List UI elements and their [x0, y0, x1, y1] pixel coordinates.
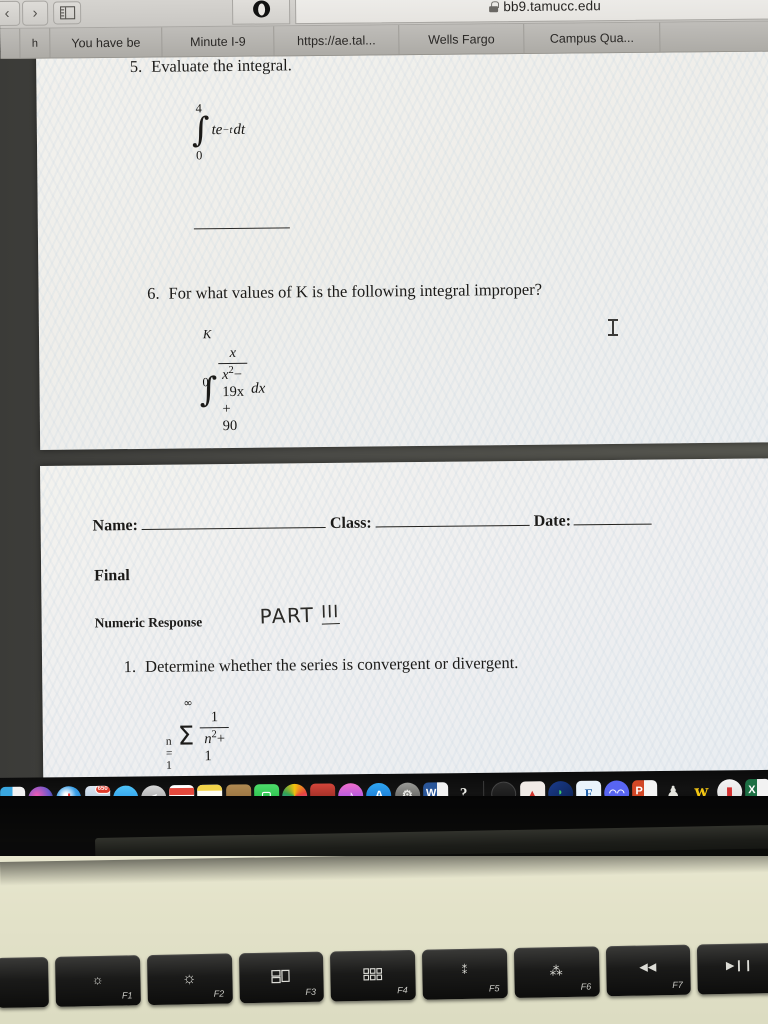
- f6-key-label: F6: [580, 981, 592, 992]
- i-beam-cursor: [608, 318, 618, 337]
- f1-key-label: F1: [121, 990, 133, 1001]
- tab-h[interactable]: h: [20, 28, 51, 58]
- keyboard-light-up-icon: ⁂: [549, 963, 563, 979]
- lock-icon: [489, 1, 498, 12]
- sigma-symbol: Σ: [177, 721, 195, 752]
- notes-header: [197, 784, 223, 791]
- sidebar-glyph: [59, 6, 75, 20]
- class-field[interactable]: [375, 524, 530, 528]
- launchpad-grid-svg: [362, 968, 382, 981]
- sum-upper-limit: ∞: [183, 696, 193, 710]
- answer-blank-line-5: [193, 227, 290, 230]
- tab-overflow[interactable]: [660, 21, 768, 52]
- moire-pattern-secondary: [36, 42, 768, 450]
- rewind-icon: ◀◀: [639, 961, 657, 974]
- integral-lower-limit-6: 0: [202, 375, 209, 390]
- handwritten-annotation: PART III: [259, 602, 340, 629]
- series-numerator: 1: [210, 709, 219, 726]
- tab-minute-i9[interactable]: Minute I-9: [162, 26, 275, 57]
- question-6-text: For what values of K is the following in…: [168, 279, 543, 303]
- launchpad-grid-icon: [362, 968, 382, 984]
- screenshot-root: 5. Evaluate the integral. 4 ∫ te −t dt 0: [0, 0, 768, 1024]
- powerpoint-p: P: [635, 784, 643, 797]
- question-6: 6. For what values of K is the following…: [138, 279, 543, 434]
- f8-key[interactable]: ▶❙❙: [697, 942, 768, 995]
- f4-key[interactable]: F4: [330, 949, 416, 1002]
- sum-lower-limit: n = 1: [165, 735, 173, 772]
- handwritten-part-word: PART: [259, 602, 315, 629]
- class-label: Class:: [329, 514, 372, 532]
- laptop-screen: 5. Evaluate the integral. 4 ∫ te −t dt 0: [0, 0, 768, 800]
- fraction-numerator: x: [229, 344, 237, 361]
- f2-key-label: F2: [213, 988, 225, 999]
- f5-key-label: F5: [488, 983, 500, 994]
- f3-key[interactable]: F3: [238, 951, 325, 1004]
- integrand: te: [211, 121, 223, 138]
- browser-chrome: ‹ › bb9.tamucc.edu h You have be Minute …: [0, 0, 768, 59]
- document-header-fields: Name: Class: Date:: [93, 511, 733, 536]
- brightness-up-icon: ☼: [181, 970, 197, 988]
- section-label: Numeric Response: [94, 614, 203, 631]
- date-label: Date:: [533, 512, 572, 530]
- integrand-exponent: −t: [222, 124, 233, 136]
- url-text: bb9.tamucc.edu: [503, 0, 601, 15]
- f5-key[interactable]: ⁑ F5: [421, 948, 508, 1000]
- keyboard-light-down-icon: ⁑: [461, 964, 468, 978]
- opera-icon: [252, 0, 270, 18]
- f7-key-label: F7: [672, 979, 683, 990]
- integrand-fraction: x x2− 19x + 90: [218, 345, 249, 435]
- moire-pattern: [36, 42, 768, 450]
- navigation-buttons: ‹ ›: [0, 0, 49, 27]
- back-button[interactable]: ‹: [0, 0, 21, 27]
- mission-control-icon: [271, 969, 291, 985]
- integral-symbol: ∫: [191, 110, 210, 151]
- question-1: 1. Determine whether the series is conve…: [115, 653, 519, 772]
- question-5-text: Evaluate the integral.: [151, 55, 292, 76]
- question-5: 5. Evaluate the integral. 4 ∫ te −t dt 0: [121, 55, 292, 230]
- tab-wells-fargo[interactable]: Wells Fargo: [399, 23, 525, 55]
- integral-upper-limit-6: K: [202, 327, 212, 342]
- date-field[interactable]: [574, 523, 653, 526]
- differential-6: dx: [250, 381, 266, 398]
- question-5-number: 5.: [129, 56, 143, 77]
- forward-button[interactable]: ›: [22, 0, 49, 26]
- fraction-denominator: x2− 19x + 90: [218, 364, 248, 435]
- name-label: Name:: [92, 516, 139, 535]
- tab-you-have-be[interactable]: You have be: [50, 27, 163, 58]
- f4-key-label: F4: [397, 985, 408, 996]
- esc-key[interactable]: [0, 956, 49, 1008]
- name-field[interactable]: [141, 527, 326, 530]
- f6-key[interactable]: ⁂ F6: [513, 946, 600, 999]
- question-1-number: 1.: [123, 657, 137, 677]
- excel-x: X: [748, 783, 756, 796]
- f2-key[interactable]: ☼ F2: [146, 953, 233, 1006]
- series-denominator: n2+ 1: [200, 728, 229, 765]
- exam-title: Final: [94, 567, 130, 585]
- tab-campus-qua[interactable]: Campus Qua...: [524, 22, 661, 53]
- address-bar[interactable]: bb9.tamucc.edu: [294, 0, 768, 25]
- pdf-page-1: 5. Evaluate the integral. 4 ∫ te −t dt 0: [36, 42, 768, 450]
- series-fraction: 1 n2+ 1: [200, 709, 229, 765]
- differential: dt: [233, 121, 246, 138]
- mission-control-svg: [271, 969, 290, 984]
- mail-badge: 650: [94, 785, 110, 794]
- f7-key[interactable]: ◀◀ F7: [605, 944, 692, 997]
- f3-key-label: F3: [305, 986, 317, 998]
- f1-key[interactable]: ☼ F1: [54, 955, 141, 1007]
- tab-0[interactable]: [0, 28, 21, 58]
- pdf-page-2: Name: Class: Date: Final Numeric Respons…: [40, 458, 768, 791]
- active-tab-favicon[interactable]: [231, 0, 291, 25]
- integral-lower-limit: 0: [196, 148, 203, 163]
- question-1-text: Determine whether the series is converge…: [145, 653, 519, 676]
- brightness-down-icon: ☼: [91, 971, 104, 988]
- tab-ae-tal[interactable]: https://ae.tal...: [274, 25, 400, 56]
- play-pause-icon: ▶❙❙: [725, 959, 753, 972]
- handwritten-part-number: III: [320, 602, 340, 625]
- question-6-number: 6.: [147, 283, 160, 303]
- sidebar-toggle-icon[interactable]: [53, 1, 82, 25]
